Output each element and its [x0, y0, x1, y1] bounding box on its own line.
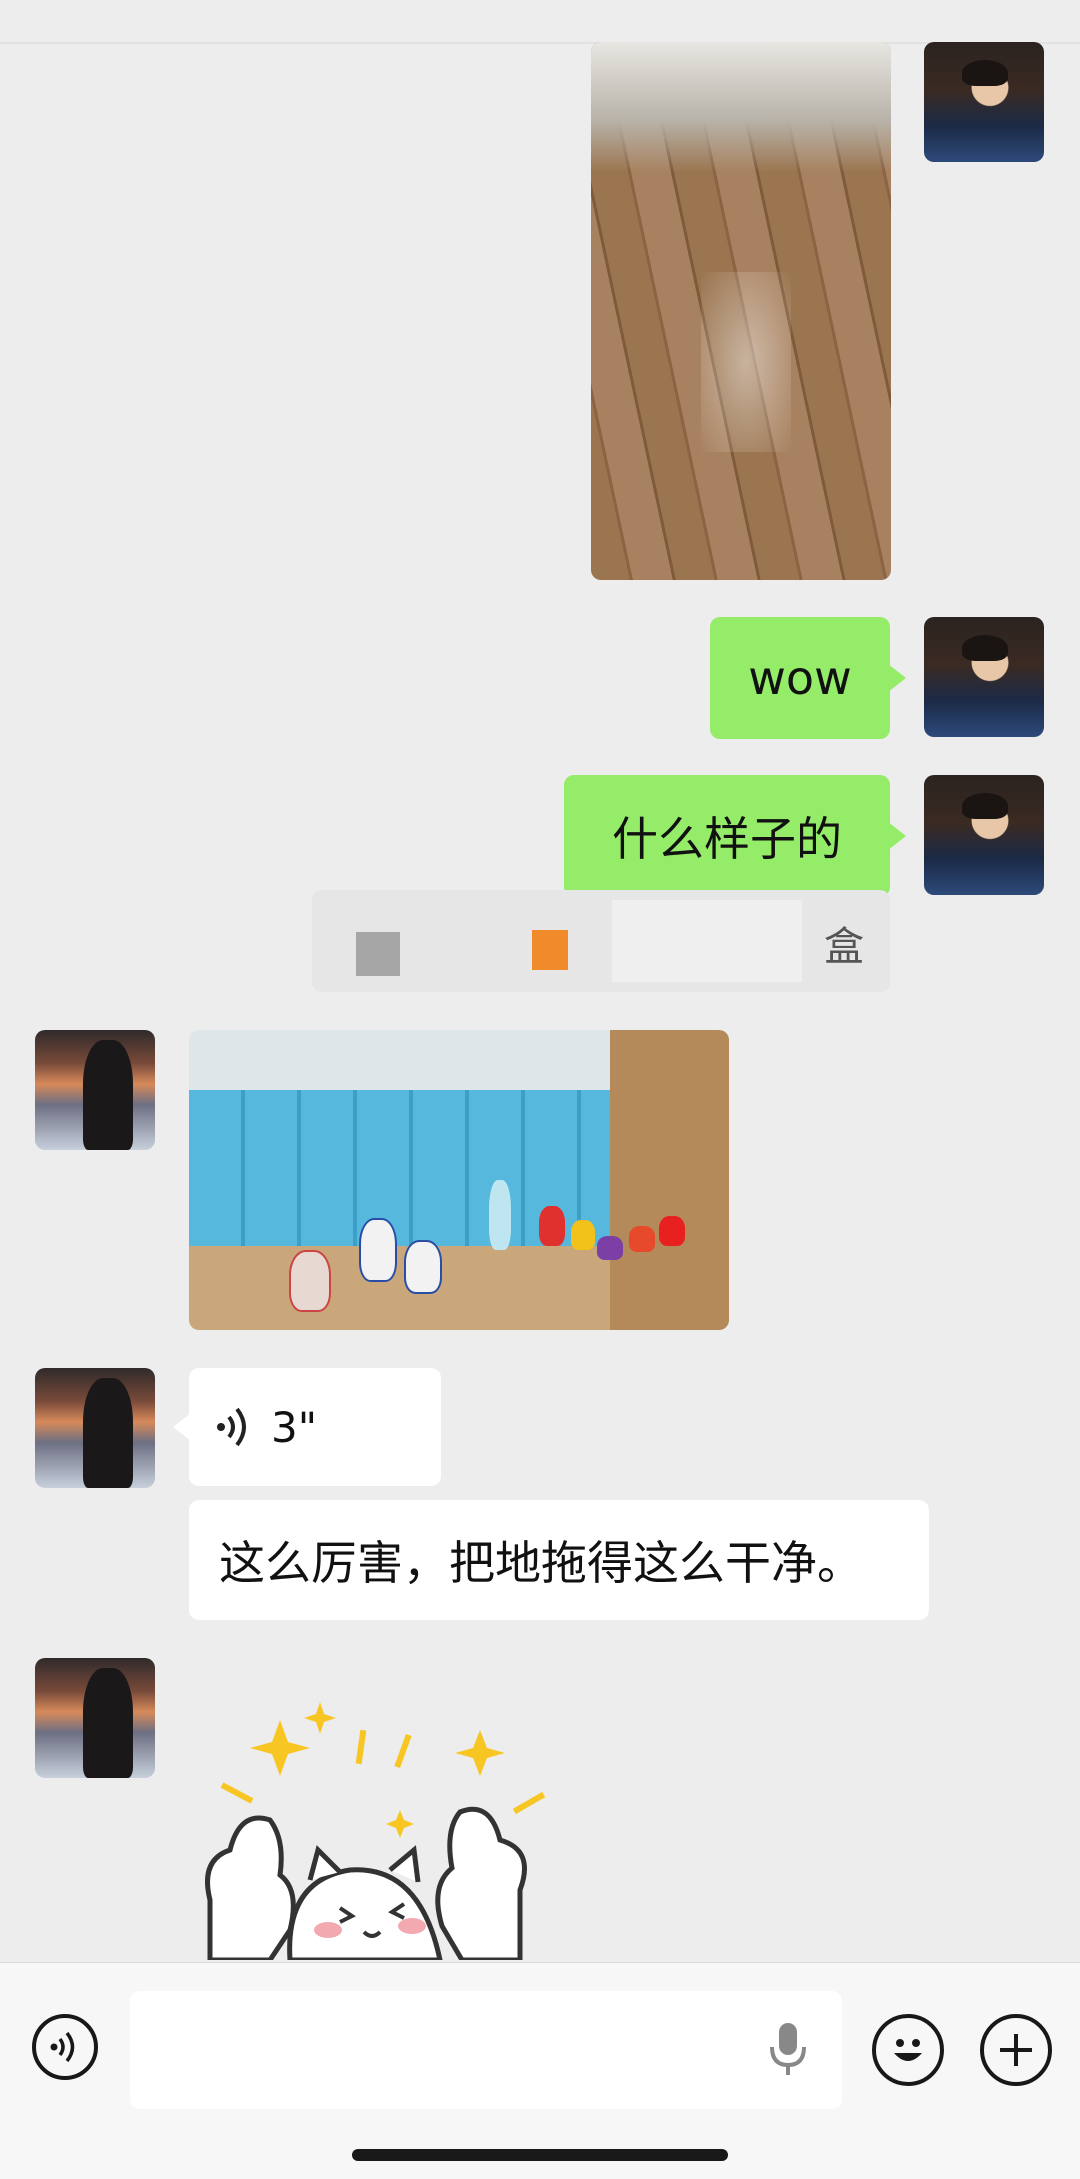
- message-text: 什么样子的: [612, 812, 842, 866]
- vase-image: [404, 1240, 442, 1294]
- message-bubble-what-kind[interactable]: 什么样子的: [564, 775, 890, 897]
- vase-image: [629, 1226, 655, 1252]
- redacted-block: [612, 900, 802, 982]
- vase-image: [359, 1218, 397, 1282]
- quoted-message-redacted[interactable]: 盒: [312, 890, 890, 992]
- my-avatar[interactable]: [924, 42, 1044, 162]
- quoted-text: 盒: [824, 924, 864, 970]
- vase-image: [489, 1180, 511, 1250]
- emoji-face-icon: [894, 2039, 922, 2061]
- microphone-icon[interactable]: [768, 2021, 808, 2077]
- contact-avatar[interactable]: [35, 1658, 155, 1778]
- thumbs-up-cat-sticker[interactable]: [190, 1690, 550, 1960]
- voice-toggle-button[interactable]: [32, 2014, 98, 2080]
- emoji-button[interactable]: [872, 2014, 944, 2086]
- chat-header-edge: [0, 0, 1080, 44]
- vase-image: [571, 1220, 595, 1250]
- vase-image: [289, 1250, 331, 1312]
- redacted-block: [356, 932, 400, 976]
- home-indicator[interactable]: [352, 2149, 728, 2161]
- contact-avatar[interactable]: [35, 1368, 155, 1488]
- voice-wave-icon: [50, 2031, 75, 2063]
- contact-avatar[interactable]: [35, 1030, 155, 1150]
- message-text: 这么厉害，把地拖得这么干净。: [219, 1536, 863, 1590]
- message-bubble-reply[interactable]: 这么厉害，把地拖得这么干净。: [189, 1500, 929, 1620]
- voice-message-bubble[interactable]: 3": [189, 1368, 441, 1486]
- voice-wave-icon: [217, 1407, 246, 1447]
- redacted-block: [532, 930, 568, 970]
- message-input[interactable]: [130, 1991, 842, 2109]
- sent-photo-floor[interactable]: [591, 42, 891, 580]
- my-avatar[interactable]: [924, 775, 1044, 895]
- message-input-bar: [0, 1962, 1080, 2179]
- my-avatar[interactable]: [924, 617, 1044, 737]
- received-photo-shop[interactable]: [189, 1030, 729, 1330]
- vase-image: [659, 1216, 685, 1246]
- more-options-button[interactable]: [980, 2014, 1052, 2086]
- message-text: wow: [748, 651, 852, 705]
- message-bubble-wow[interactable]: wow: [710, 617, 890, 739]
- vase-image: [597, 1236, 623, 1260]
- vase-image: [539, 1206, 565, 1246]
- plus-icon: [1000, 2034, 1032, 2066]
- voice-duration: 3": [271, 1402, 318, 1452]
